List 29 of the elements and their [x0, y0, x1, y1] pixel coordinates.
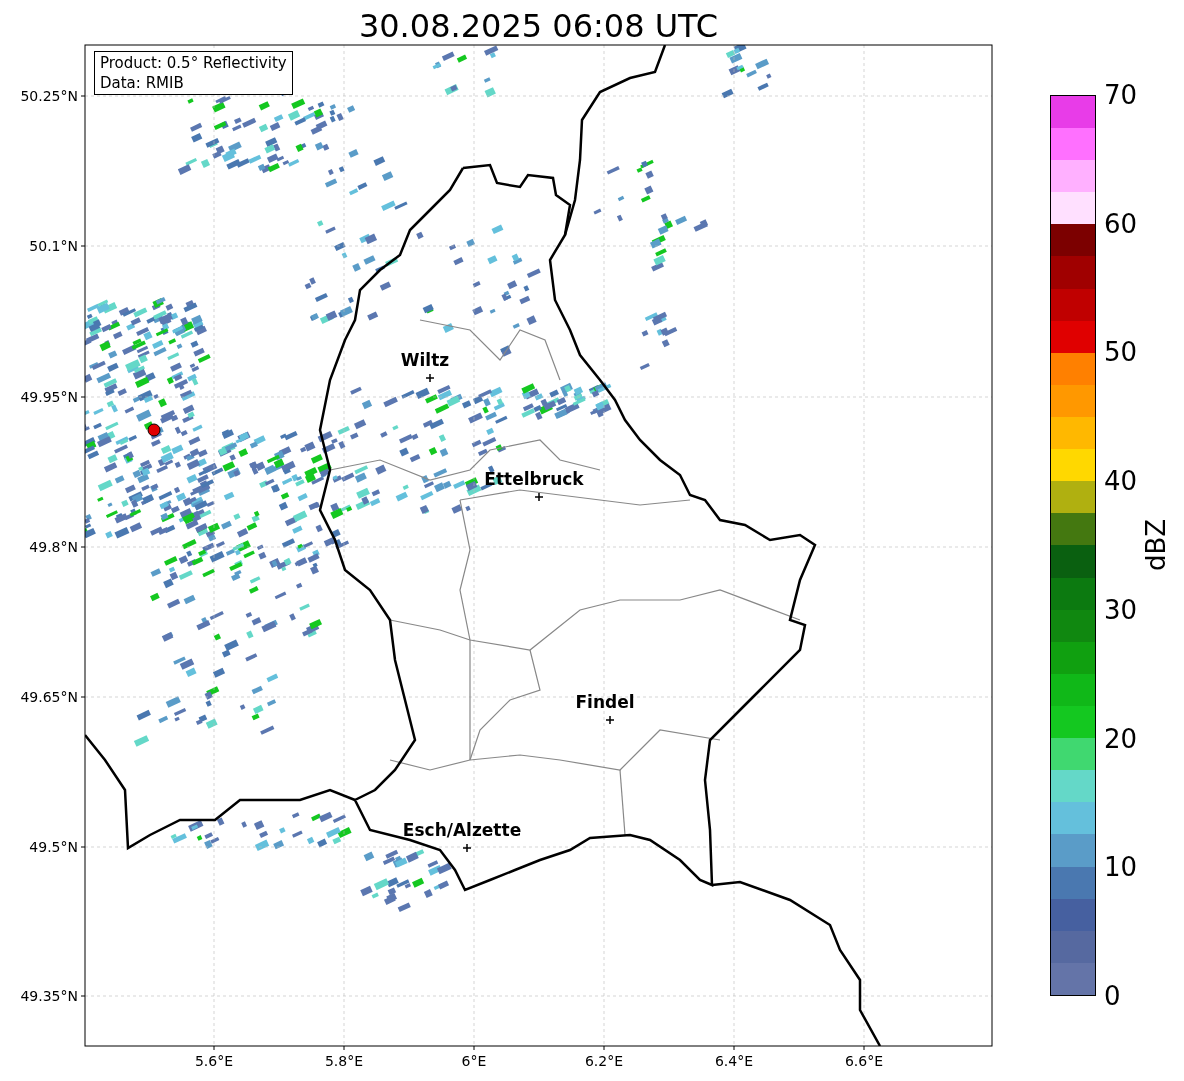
longitude-label: 6.6°E — [843, 1052, 885, 1070]
colorbar-tick-label: 40 — [1104, 466, 1138, 497]
colorbar-tick-label: 60 — [1104, 208, 1138, 239]
longitude-label: 5.8°E — [323, 1052, 365, 1070]
longitude-label: 6.4°E — [713, 1052, 755, 1070]
colorbar-tick-label: 20 — [1104, 723, 1138, 754]
city-label: Wiltz — [399, 350, 451, 370]
longitude-label: 5.6°E — [193, 1052, 235, 1070]
longitude-label: 6.2°E — [583, 1052, 625, 1070]
latitude-label: 50.25°N — [20, 87, 78, 105]
city-label: Esch/Alzette — [401, 820, 523, 840]
chart-title: 30.08.2025 06:08 UTC — [357, 6, 720, 46]
latitude-label: 50.1°N — [29, 237, 78, 255]
latitude-label: 49.65°N — [20, 688, 78, 706]
colorbar-tick-label: 70 — [1104, 80, 1138, 110]
colorbar-label: dBZ — [1141, 518, 1172, 572]
longitude-label: 6°E — [460, 1052, 488, 1070]
latitude-label: 49.35°N — [20, 987, 78, 1005]
city-label: Ettelbruck — [483, 469, 585, 489]
colorbar-tick-label: 10 — [1104, 852, 1138, 883]
latitude-label: 49.8°N — [29, 538, 78, 556]
city-label: Findel — [574, 692, 636, 712]
info-text: Data: RMIB — [100, 73, 185, 93]
colorbar-tick-label: 0 — [1104, 981, 1121, 1011]
colorbar-tick-label: 30 — [1104, 594, 1138, 625]
latitude-label: 49.95°N — [20, 388, 78, 406]
colorbar-tick-label: 50 — [1104, 337, 1138, 368]
latitude-label: 49.5°N — [29, 838, 78, 856]
info-text: Product: 0.5° Reflectivity — [100, 53, 287, 73]
